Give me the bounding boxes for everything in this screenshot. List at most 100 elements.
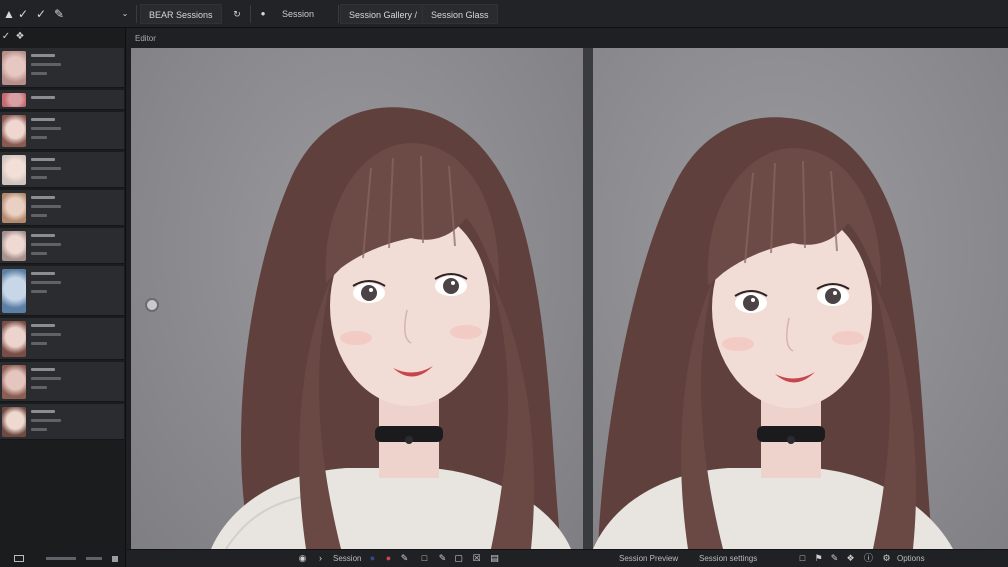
flag-icon[interactable]: ⚑ [813,553,824,564]
split-divider[interactable] [583,48,593,549]
refresh-icon[interactable]: ↻ [230,7,244,21]
footer-label [46,557,76,560]
pin-icon[interactable]: ✓ [0,31,12,43]
toolbar-divider [250,5,251,23]
workspace-label: Editor [135,34,156,43]
square-icon[interactable]: □ [797,553,808,564]
eye-icon[interactable]: ◉ [297,553,308,564]
thumbnail-image [2,365,26,399]
layers-icon[interactable]: ❖ [14,31,26,43]
thumbnail-image [2,407,26,437]
record-icon[interactable]: ● [383,553,394,564]
brush-icon[interactable]: ✎ [399,553,410,564]
preview-left[interactable] [131,48,583,549]
square-icon[interactable]: □ [419,553,430,564]
thumbnail-caption [31,290,47,293]
thumbnail-caption [31,127,61,130]
pen-icon[interactable]: ✎ [829,553,840,564]
bottom-bar: ◉ › Session ● ● ✎ □ ✎ ▢ ☒ ▤ Session Prev… [127,549,1008,567]
thumbnail-image [2,321,26,357]
thumbnail-image [2,193,26,223]
thumbnail-caption [31,205,61,208]
status-left: Session [333,554,362,563]
top-toolbar: ▲ ✓ ✓ ✎ ⌄ BEAR Sessions ↻ ● Session Sess… [0,0,1008,28]
layers-icon[interactable]: ❖ [845,553,856,564]
thumbnail-caption [31,428,47,431]
thumbnail-caption [31,252,47,255]
thumbnail-image [2,231,26,261]
thumbnail-caption [31,342,47,345]
thumbnail-item[interactable] [0,48,124,88]
thumbnail-caption [31,96,55,99]
thumbnail-caption [31,281,61,284]
thumbnail-caption [31,118,55,121]
thumbnail-item[interactable] [0,152,124,188]
thumbnail-item[interactable] [0,362,124,402]
thumbnail-image [2,51,26,85]
thumbnail-caption [31,136,47,139]
thumbnail-item[interactable] [0,318,124,360]
tab-gallery[interactable]: Session Gallery / [340,4,427,24]
status-right-1: Session Preview [619,554,679,563]
compare-handle[interactable] [145,298,159,312]
left-panel: ✓ ❖ [0,28,126,567]
thumbnail-caption [31,272,55,275]
portrait-right [593,117,953,549]
thumbnail-image [2,155,26,185]
thumbnail-image [2,93,26,107]
panel-header: ✓ ❖ [0,28,126,46]
tab-sessions[interactable]: BEAR Sessions [140,4,222,24]
color-icon[interactable]: ● [367,553,378,564]
thumbnail-item[interactable] [0,266,124,316]
footer-handle[interactable] [112,556,118,562]
panel-footer [0,551,126,567]
folder-icon[interactable] [14,555,24,562]
thumbnail-item[interactable] [0,112,124,150]
status-right-2: Session settings [699,554,758,563]
footer-count [86,557,102,560]
session-label[interactable]: Session [282,4,314,24]
thumbnail-caption [31,333,61,336]
thumbnail-caption [31,72,47,75]
thumbnail-caption [31,214,47,217]
thumbnail-item[interactable] [0,190,124,226]
chevron-down-icon[interactable]: ⌄ [118,7,132,21]
thumbnail-caption [31,63,61,66]
info-icon[interactable]: ⓘ [863,553,874,564]
pen-icon[interactable]: ✎ [437,553,448,564]
thumbnail-caption [31,386,47,389]
logo-icon[interactable]: ▲ [2,7,16,21]
thumbnail-caption [31,377,61,380]
thumbnail-caption [31,176,47,179]
file-icon[interactable]: ▤ [489,553,500,564]
thumbnail-caption [31,410,55,413]
status-right-3: Options [897,554,925,563]
preview-right[interactable] [593,48,1008,549]
nav-icon[interactable]: › [315,553,326,564]
checkmark-icon[interactable]: ✓ [34,7,48,21]
portrait-left [211,107,571,549]
thumbnail-caption [31,158,55,161]
tab-glass[interactable]: Session Glass [422,4,498,24]
thumbnail-caption [31,368,55,371]
thumbnail-caption [31,243,61,246]
pen-icon[interactable]: ✎ [52,7,66,21]
thumbnail-caption [31,419,61,422]
workspace: Editor [127,28,1008,567]
pin-icon[interactable]: ● [256,7,270,21]
brush-icon[interactable]: ✓ [16,7,30,21]
thumbnail-item[interactable] [0,404,124,440]
thumbnail-caption [31,196,55,199]
toolbar-divider [136,5,137,23]
thumbnail-caption [31,167,61,170]
thumbnail-image [2,115,26,147]
toolbar-divider [338,5,339,23]
thumbnail-item[interactable] [0,90,124,110]
thumbnail-caption [31,54,55,57]
trash-icon[interactable]: ☒ [471,553,482,564]
thumbnail-caption [31,234,55,237]
thumbnail-image [2,269,26,313]
thumbnail-item[interactable] [0,228,124,264]
gear-icon[interactable]: ⚙ [881,553,892,564]
crop-icon[interactable]: ▢ [453,553,464,564]
